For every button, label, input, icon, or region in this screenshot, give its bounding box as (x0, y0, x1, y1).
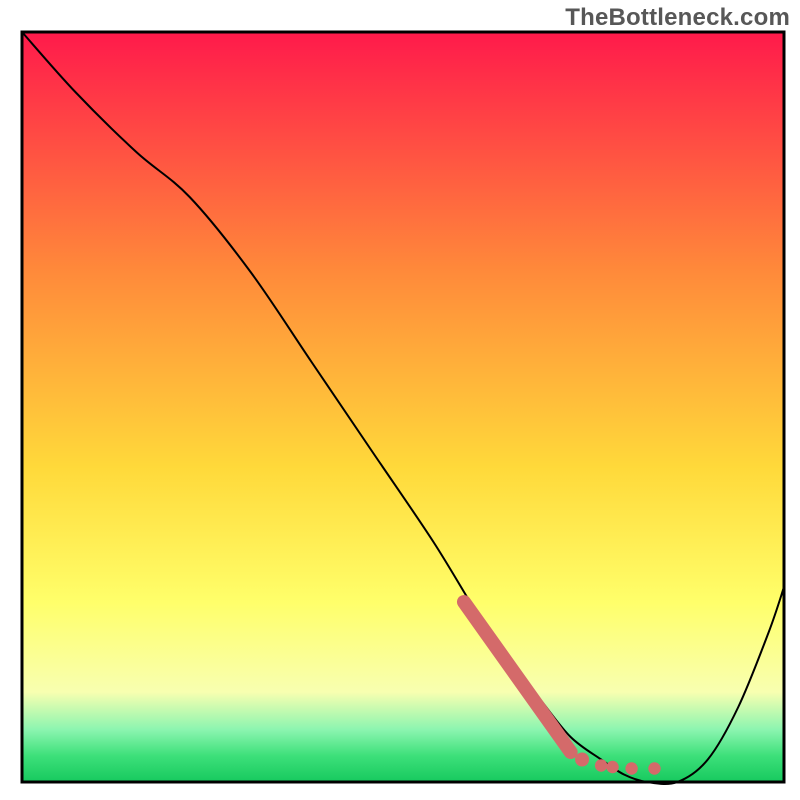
highlight-dot (648, 762, 660, 774)
highlight-dot (575, 753, 589, 767)
highlight-dot (625, 762, 637, 774)
chart-canvas (0, 0, 800, 800)
plot-background (22, 32, 784, 782)
watermark-text: TheBottleneck.com (565, 4, 790, 32)
highlight-dot (595, 759, 607, 771)
bottleneck-chart: TheBottleneck.com (0, 0, 800, 800)
highlight-dot (606, 761, 618, 773)
